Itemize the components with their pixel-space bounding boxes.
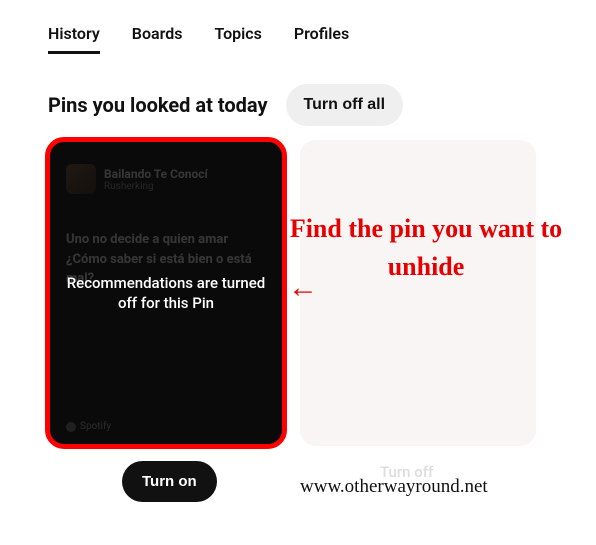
tab-history[interactable]: History xyxy=(48,24,100,54)
pin-track-info: Bailando Te Conocí Rusherking xyxy=(104,167,208,192)
pin-footer: Spotify xyxy=(66,421,111,432)
turn-off-all-button[interactable]: Turn off all xyxy=(286,84,403,126)
pin-thumbnail xyxy=(66,164,96,194)
spotify-icon xyxy=(66,422,76,432)
pin-track-title: Bailando Te Conocí xyxy=(104,167,208,181)
tab-boards[interactable]: Boards xyxy=(132,24,183,54)
turn-on-button[interactable]: Turn on xyxy=(122,461,217,502)
watermark: www.otherwayround.net xyxy=(300,476,488,498)
tab-topics[interactable]: Topics xyxy=(214,24,261,54)
pin-quote-line: Uno no decide a quien amar xyxy=(66,230,266,250)
annotation-text: Find the pin you want to unhide xyxy=(286,210,566,285)
recommendations-off-overlay: Recommendations are turned off for this … xyxy=(62,273,270,314)
section-title: Pins you looked at today xyxy=(48,93,268,117)
tabs-bar: History Boards Topics Profiles xyxy=(0,0,596,66)
section-header: Pins you looked at today Turn off all xyxy=(0,66,596,140)
spotify-label: Spotify xyxy=(80,421,111,432)
tab-profiles[interactable]: Profiles xyxy=(294,24,349,54)
pin-card[interactable]: Bailando Te Conocí Rusherking Uno no dec… xyxy=(48,140,284,446)
pin-track-artist: Rusherking xyxy=(104,181,208,192)
spotify-badge: Spotify xyxy=(66,421,111,432)
pin-card[interactable] xyxy=(300,140,536,446)
pin-header: Bailando Te Conocí Rusherking xyxy=(48,140,284,204)
